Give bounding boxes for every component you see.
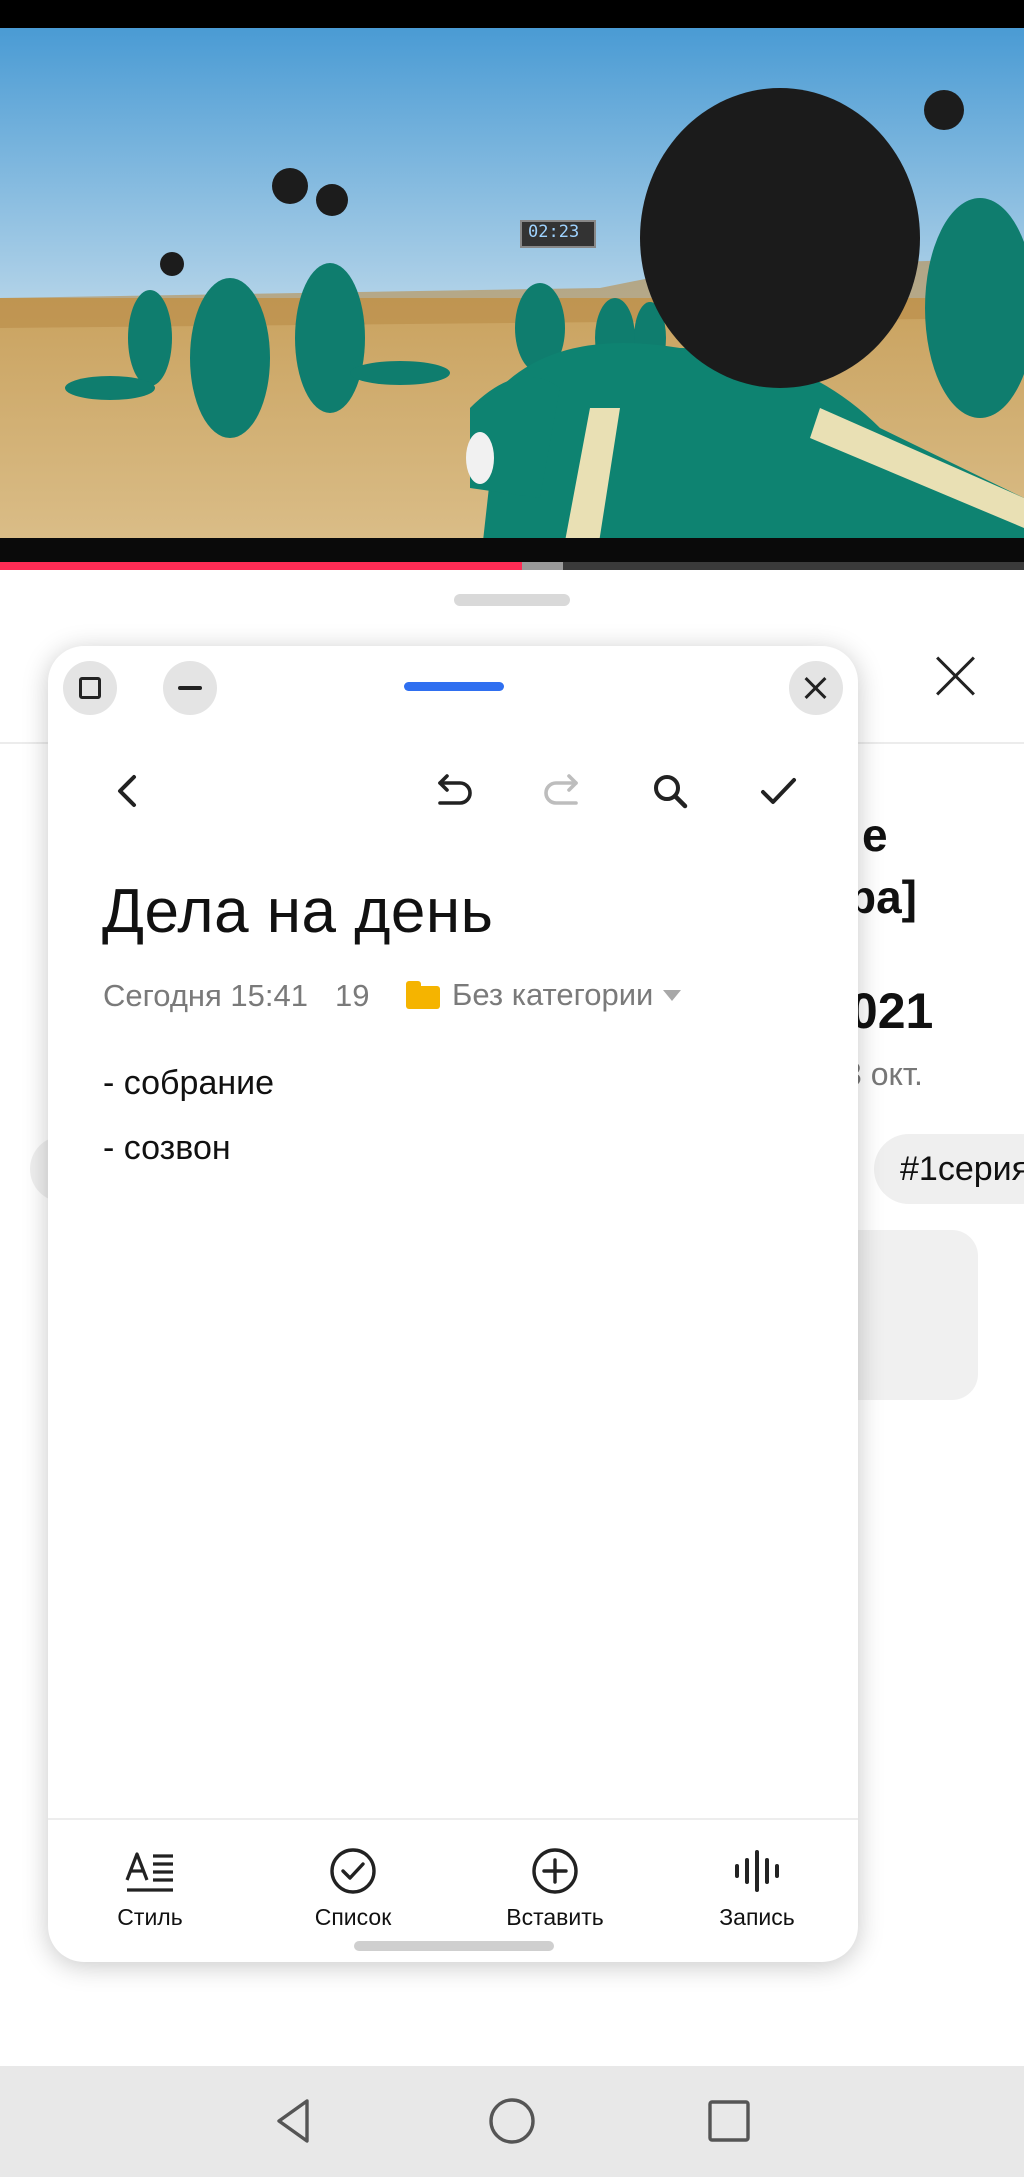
sheet-close-icon[interactable] [928,648,984,704]
undo-icon[interactable] [422,759,486,823]
dropdown-caret-icon [663,989,682,1001]
window-home-indicator[interactable] [354,1941,554,1951]
category-selector[interactable]: Без категории [406,972,682,1018]
note-title[interactable]: Дела на день [102,876,493,947]
video-progress-bar[interactable] [0,562,1024,570]
nav-back-icon[interactable] [258,2086,328,2156]
video-timer: 02:23 [528,222,580,242]
record-button[interactable]: Запись [687,1846,827,1931]
video-title-fragment: ра] [848,871,917,923]
checklist-icon [330,1848,376,1894]
note-character-count: 19 [335,978,370,1013]
category-label: Без категории [452,977,654,1012]
text-style-icon [125,1852,173,1892]
add-circle-icon [532,1848,578,1894]
system-navigation-bar [0,2066,1024,2177]
search-icon[interactable] [638,759,702,823]
minimize-window-icon[interactable] [163,661,217,715]
redo-icon[interactable] [530,759,594,823]
note-timestamp: Сегодня 15:41 [103,978,308,1013]
style-button[interactable]: Стиль [80,1846,220,1931]
check-icon[interactable] [746,759,810,823]
video-title-fragment: е [862,809,888,861]
folder-icon [406,981,440,1009]
video-player[interactable]: 02:23 [0,28,1024,568]
video-progress-fill [0,562,523,570]
back-icon[interactable] [97,759,161,823]
note-line[interactable]: - созвон [103,1123,803,1188]
floating-note-window: Дела на день Сегодня 15:41 19 Без катего… [48,646,858,1962]
video-frame [0,28,1024,568]
checklist-button[interactable]: Список [283,1846,423,1931]
insert-button[interactable]: Вставить [485,1846,625,1931]
sheet-drag-handle[interactable] [454,594,570,606]
close-window-icon[interactable] [789,661,843,715]
insert-label: Вставить [506,1904,604,1930]
window-drag-handle[interactable] [404,682,504,691]
nav-recents-icon[interactable] [694,2086,764,2156]
note-editor[interactable]: - собрание - созвон [103,1058,803,1188]
note-line[interactable]: - собрание [103,1058,803,1123]
list-label: Список [314,1904,392,1930]
maximize-window-icon[interactable] [63,661,117,715]
record-label: Запись [719,1904,795,1930]
nav-home-icon[interactable] [477,2086,547,2156]
voice-wave-icon [735,1850,779,1892]
tag-chip[interactable]: #1серия [874,1134,1024,1204]
status-bar [0,0,1024,28]
style-label: Стиль [117,1904,183,1930]
